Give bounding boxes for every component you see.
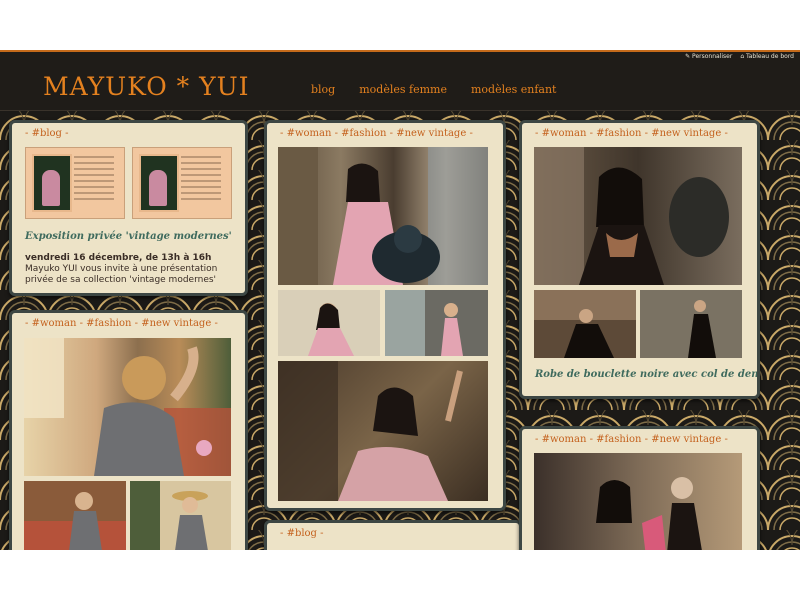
invitation-text [181, 156, 221, 204]
tag-new-vintage[interactable]: #new vintage [141, 318, 211, 329]
fashion-photo-table[interactable] [24, 481, 126, 550]
fashion-photo-pink-closeup[interactable] [278, 290, 380, 356]
blog-post-card[interactable]: - #blog - [264, 520, 522, 550]
post-tags: - #woman - #fashion - #new vintage - [535, 434, 728, 445]
post-tags: - #blog - [280, 528, 324, 539]
dashboard-label: Tableau de bord [746, 53, 794, 60]
admin-bar: ✎ Personnaliser ⌂ Tableau de bord [685, 53, 794, 60]
fashion-post-card[interactable]: - #woman - #fashion - #new vintage - [264, 120, 506, 511]
tag-fashion[interactable]: #fashion [596, 128, 641, 139]
invitation-photo [139, 154, 179, 212]
customize-link[interactable]: ✎ Personnaliser [685, 53, 732, 60]
fashion-photo-two-women[interactable] [534, 453, 742, 550]
post-tags: - #blog - [25, 128, 69, 139]
post-excerpt: vendredi 16 décembre, de 13h à 16h Mayuk… [25, 253, 240, 286]
post-tags: - #woman - #fashion - #new vintage - [535, 128, 728, 139]
site-header: ✎ Personnaliser ⌂ Tableau de bord MAYUKO… [0, 50, 800, 111]
fashion-photo-pink-dress[interactable] [278, 147, 488, 285]
blog-post-card[interactable]: - #blog - Exposition privée 'vintage mod… [9, 120, 248, 296]
fashion-photo-black-lace[interactable] [534, 147, 742, 285]
invitation-photo [32, 154, 72, 212]
fashion-post-card[interactable]: - #woman - #fashion - #new vintage - [519, 426, 760, 550]
invitation-card-1[interactable] [25, 147, 125, 219]
post-title[interactable]: Robe de bouclette noire avec col de dent… [535, 369, 757, 380]
invitation-text [74, 156, 114, 204]
website-viewport: ✎ Personnaliser ⌂ Tableau de bord MAYUKO… [0, 50, 800, 550]
tag-new-vintage[interactable]: #new vintage [651, 434, 721, 445]
header-top-line [0, 50, 800, 52]
tag-fashion[interactable]: #fashion [86, 318, 131, 329]
fashion-post-card[interactable]: - #woman - #fashion - #new vintage - [9, 310, 248, 550]
fashion-photo-hat[interactable] [130, 481, 231, 550]
post-tags: - #woman - #fashion - #new vintage - [25, 318, 218, 329]
tag-new-vintage[interactable]: #new vintage [396, 128, 466, 139]
invitation-card-2[interactable] [132, 147, 232, 219]
main-nav: blog modèles femme modèles enfant [311, 83, 556, 96]
post-date-line: vendredi 16 décembre, de 13h à 16h [25, 253, 212, 263]
nav-modeles-femme[interactable]: modèles femme [359, 83, 447, 96]
tag-woman[interactable]: #woman [287, 128, 332, 139]
tag-woman[interactable]: #woman [542, 434, 587, 445]
nav-blog[interactable]: blog [311, 83, 335, 96]
tag-new-vintage[interactable]: #new vintage [651, 128, 721, 139]
tag-woman[interactable]: #woman [32, 318, 77, 329]
tag-fashion[interactable]: #fashion [596, 434, 641, 445]
post-tags: - #woman - #fashion - #new vintage - [280, 128, 473, 139]
fashion-photo-black-standing[interactable] [640, 290, 742, 358]
post-title[interactable]: Exposition privée 'vintage modernes' [25, 231, 232, 242]
tag-blog[interactable]: #blog [32, 128, 62, 139]
customize-label: Personnaliser [692, 53, 733, 60]
fashion-photo-pink-portrait[interactable] [278, 361, 488, 501]
fashion-photo-pink-standing[interactable] [385, 290, 488, 356]
tag-blog[interactable]: #blog [287, 528, 317, 539]
tag-woman[interactable]: #woman [542, 128, 587, 139]
fashion-photo-gingham[interactable] [24, 338, 231, 476]
nav-modeles-enfant[interactable]: modèles enfant [471, 83, 557, 96]
site-logo[interactable]: MAYUKO * YUI [43, 72, 250, 101]
post-text: Mayuko YUI vous invite à une présentatio… [25, 264, 218, 285]
tag-fashion[interactable]: #fashion [341, 128, 386, 139]
dashboard-link[interactable]: ⌂ Tableau de bord [740, 53, 794, 60]
fashion-photo-black-seated[interactable] [534, 290, 636, 358]
fashion-post-card[interactable]: - #woman - #fashion - #new vintage - [519, 120, 760, 399]
